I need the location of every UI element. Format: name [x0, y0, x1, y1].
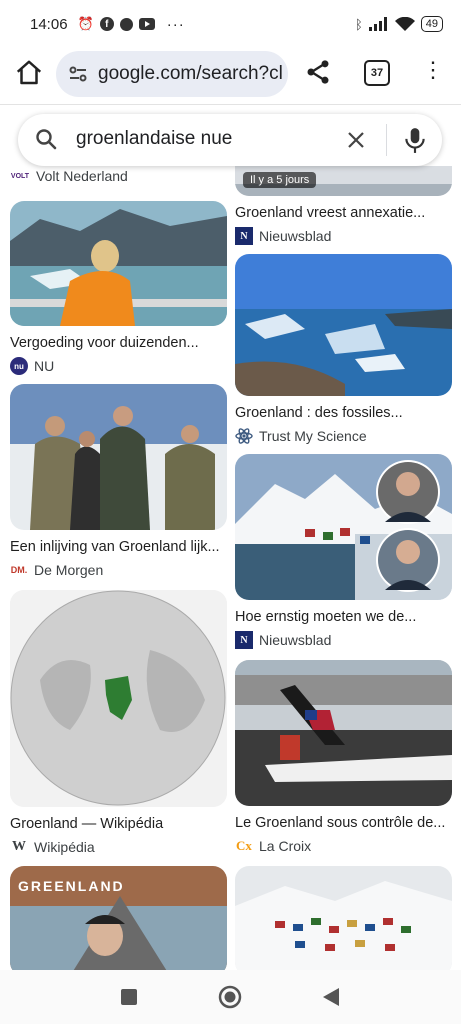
bluetooth-icon: ᛒ [354, 16, 363, 32]
result-source: Volt Nederland [36, 168, 128, 184]
time-badge: Il y a 5 jours [243, 172, 317, 188]
search-divider [386, 124, 387, 156]
result-card[interactable]: Een inlijving van Groenland lijk... DM. … [10, 384, 227, 580]
result-image[interactable] [10, 590, 227, 807]
volt-favicon: VOLT [10, 172, 30, 180]
search-box[interactable]: groenlandaise nue [18, 114, 442, 166]
result-card[interactable]: GREENLAND [10, 866, 227, 970]
result-title: Groenland — Wikipédia [10, 816, 164, 832]
back-nav-icon[interactable] [322, 987, 340, 1007]
tab-switcher-button[interactable]: 37 [364, 60, 390, 86]
result-image[interactable] [235, 866, 452, 970]
status-time: 14:06 [30, 15, 68, 33]
result-source: Nieuwsblad [259, 632, 332, 648]
nieuwsblad-favicon: N [235, 227, 253, 245]
result-card[interactable]: VOLT Volt Nederland [10, 168, 227, 184]
overlay-title: GREENLAND [18, 878, 125, 894]
result-source: Wikipédia [34, 839, 95, 855]
result-image[interactable] [235, 660, 452, 806]
search-input[interactable]: groenlandaise nue [76, 128, 232, 150]
result-image[interactable] [10, 384, 227, 530]
result-source: NU [34, 358, 55, 374]
result-card[interactable]: Il y a 5 jours Groenland vreest annexati… [235, 166, 452, 246]
clear-icon[interactable] [344, 128, 368, 152]
facebook-icon: f [99, 17, 114, 31]
microphone-icon[interactable] [402, 126, 428, 154]
battery-icon: 49 [420, 16, 443, 32]
more-dots-icon: ··· [166, 15, 185, 33]
result-image[interactable] [235, 254, 452, 396]
result-title: Vergoeding voor duizenden... [10, 335, 199, 351]
la-croix-favicon: Cx [236, 838, 252, 853]
result-title: Groenland vreest annexatie... [235, 205, 426, 221]
browser-toolbar: google.com/search?cl 37 ⋮ [0, 48, 461, 100]
search-icon [36, 129, 57, 150]
result-card[interactable]: Groenland : des fossiles... Trust My Sci… [235, 254, 452, 446]
messenger-icon [119, 17, 133, 31]
alarm-icon: ⏰ [77, 16, 94, 31]
result-image[interactable] [10, 201, 227, 326]
result-image[interactable] [235, 454, 452, 600]
result-card[interactable]: Hoe ernstig moeten we de... N Nieuwsblad [235, 454, 452, 650]
url-bar[interactable]: google.com/search?cl [56, 51, 288, 97]
wifi-icon [394, 16, 415, 31]
more-menu-icon[interactable]: ⋮ [422, 59, 444, 84]
result-title: Hoe ernstig moeten we de... [235, 609, 417, 625]
result-source: Nieuwsblad [259, 228, 332, 244]
result-card[interactable]: Groenland — Wikipédia W Wikipédia [10, 590, 227, 857]
youtube-icon [138, 18, 155, 30]
nu-favicon: nu [10, 357, 28, 375]
share-icon[interactable] [304, 58, 332, 86]
signal-icon [368, 17, 387, 31]
de-morgen-favicon: DM. [10, 565, 28, 575]
toolbar-divider [0, 104, 461, 105]
result-image[interactable]: Il y a 5 jours [235, 166, 452, 196]
recent-apps-button[interactable] [121, 989, 137, 1005]
result-title: Een inlijving van Groenland lijk... [10, 539, 220, 555]
home-icon[interactable] [14, 58, 44, 88]
image-results-grid: VOLT Volt Nederland Vergoeding voor duiz… [0, 166, 461, 970]
result-title: Groenland : des fossiles... [235, 405, 403, 421]
status-bar: 14:06 ⏰ f ··· ᛒ 49 [0, 0, 461, 48]
result-card[interactable]: Vergoeding voor duizenden... nu NU [10, 201, 227, 376]
url-text: google.com/search?cl [98, 63, 283, 84]
system-nav-bar [0, 970, 461, 1024]
nieuwsblad-favicon: N [235, 631, 253, 649]
result-image[interactable]: GREENLAND [10, 866, 227, 970]
result-card[interactable]: Le Groenland sous contrôle de... Cx La C… [235, 660, 452, 856]
result-card[interactable] [235, 866, 452, 970]
wikipedia-favicon: W [12, 839, 26, 854]
atom-icon [235, 427, 253, 445]
result-source: Trust My Science [259, 428, 367, 444]
home-nav-icon[interactable] [218, 985, 242, 1009]
site-settings-icon[interactable] [66, 62, 90, 86]
result-source: De Morgen [34, 562, 104, 578]
result-title: Le Groenland sous contrôle de... [235, 815, 446, 831]
result-source: La Croix [259, 838, 312, 854]
